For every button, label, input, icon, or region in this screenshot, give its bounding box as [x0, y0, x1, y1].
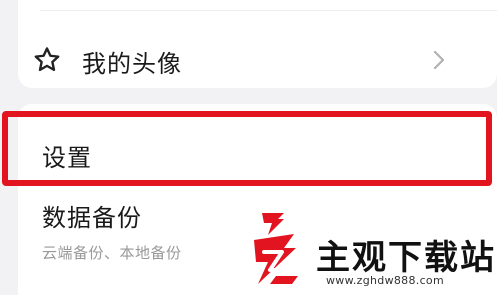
star-icon: [34, 47, 60, 72]
settings-highlight-box: [2, 111, 492, 186]
watermark-url: www.zghdw888.com: [326, 274, 444, 287]
data-backup-subtitle: 云端备份、本地备份: [42, 244, 182, 262]
data-backup-title[interactable]: 数据备份: [42, 198, 142, 233]
menu-card: 我的头像: [18, 0, 497, 88]
watermark-text: 主观下载站: [316, 238, 496, 278]
divider: [40, 10, 497, 11]
chevron-right-icon: [433, 50, 445, 70]
watermark-logo-icon: [254, 234, 298, 284]
menu-item-label: 我的头像: [82, 50, 182, 78]
menu-item-my-avatar[interactable]: 我的头像: [18, 28, 497, 92]
watermark: 主观下载站 www.zghdw888.com: [236, 222, 497, 295]
